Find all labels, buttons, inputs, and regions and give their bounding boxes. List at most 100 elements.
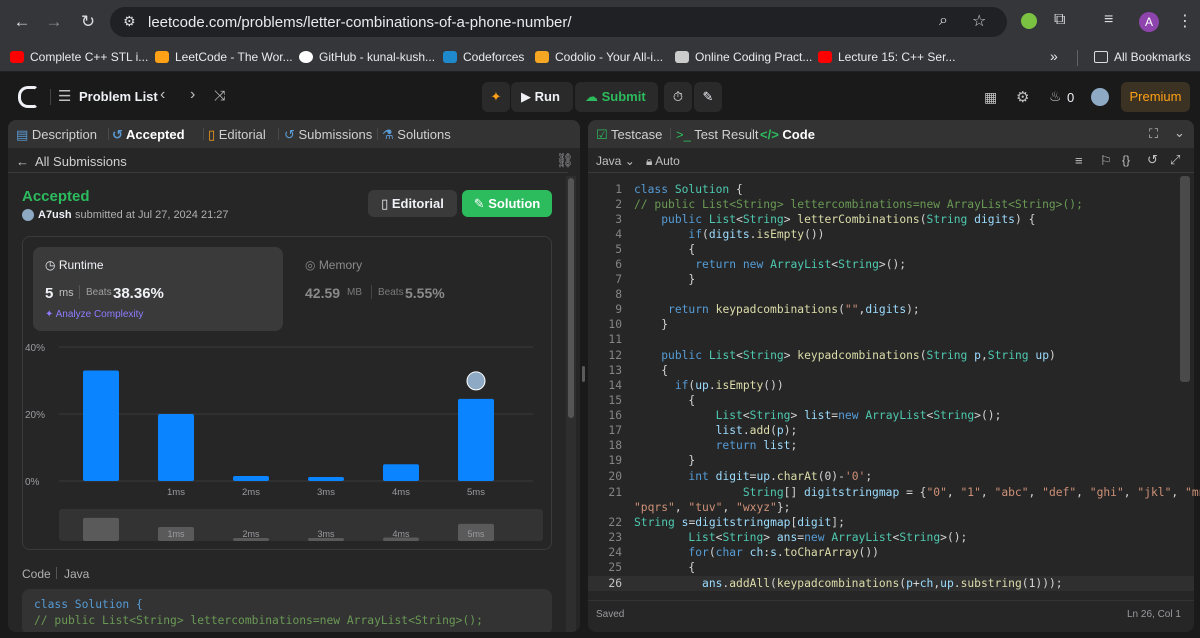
back-arrow-icon[interactable]: ← <box>16 154 29 169</box>
leetcode-logo-icon[interactable] <box>18 86 38 108</box>
maximize-icon[interactable]: ⤢ <box>1170 152 1180 168</box>
analyze-complexity-link[interactable]: ✦ Analyze Complexity <box>45 309 143 320</box>
all-bookmarks[interactable]: All Bookmarks <box>1094 50 1191 64</box>
tab-editorial[interactable]: ▯ Editorial <box>208 127 266 143</box>
cloud-upload-icon: ☁ <box>585 89 602 104</box>
history-icon: ↺ <box>284 127 299 142</box>
extension-icon[interactable] <box>1021 13 1037 29</box>
bookmark-star-icon[interactable]: ☆ <box>972 11 986 31</box>
code-preview[interactable]: class Solution { // public List<String> … <box>22 589 552 632</box>
bookmark-item[interactable]: Codeforces <box>443 50 524 64</box>
layout-icon[interactable]: ▦ <box>984 89 997 106</box>
media-control-icon[interactable]: ≡ <box>1104 11 1113 29</box>
panel-resize-handle[interactable] <box>582 366 585 382</box>
line-number: 25 <box>608 561 622 574</box>
fullscreen-icon[interactable]: ⛶ <box>1149 126 1158 142</box>
bar <box>83 370 119 481</box>
bookmark-icon[interactable]: ⚐ <box>1100 153 1112 169</box>
code-line: return list; <box>715 439 798 452</box>
tab-submissions[interactable]: ↺ Submissions <box>284 127 372 143</box>
extensions-puzzle-icon[interactable]: ⧉ <box>1054 11 1065 29</box>
collapse-icon[interactable]: ⌄ <box>1174 125 1185 141</box>
code-line: String[] digitstringmap = {"0", "1", "ab… <box>742 486 1200 499</box>
runtime-distribution-chart[interactable]: 40% 20% 0% 1ms 2ms 3ms 4ms 5ms 1ms 2ms 3ms 4ms 5ms <box>23 337 551 549</box>
tab-solutions[interactable]: ⚗ Solutions <box>382 127 451 143</box>
format-icon[interactable]: ≡ <box>1075 153 1083 168</box>
line-number: 13 <box>608 364 622 377</box>
edit-icon: ✎ <box>473 196 489 211</box>
prev-problem-icon[interactable]: ‹ <box>160 86 165 104</box>
runtime-value: 5 <box>45 285 54 302</box>
tab-description[interactable]: ▤ Description <box>16 127 97 143</box>
reset-icon[interactable]: ↺ <box>1147 152 1158 168</box>
streak-flame-icon[interactable]: ♨ <box>1049 88 1062 105</box>
line-number: 19 <box>608 454 622 467</box>
forward-icon[interactable]: → <box>42 10 66 34</box>
divider <box>8 172 568 173</box>
language-select[interactable]: Java ⌄ <box>596 154 635 168</box>
bookmark-item[interactable]: LeetCode - The Wor... <box>155 50 293 64</box>
back-icon[interactable]: ← <box>10 10 34 34</box>
profile-avatar[interactable]: A <box>1139 12 1159 32</box>
line-number: 18 <box>608 439 622 452</box>
bookmark-item[interactable]: Complete C++ STL i... <box>10 50 148 64</box>
bookmark-item[interactable]: Codolio - Your All-i... <box>535 50 663 64</box>
problem-list-link[interactable]: Problem List <box>79 89 158 104</box>
runtime-beats: 38.36% <box>113 285 164 302</box>
timer-icon[interactable]: ⏱ <box>664 82 692 112</box>
bookmark-item[interactable]: GitHub - kunal-kush... <box>299 50 435 64</box>
editorial-button[interactable]: ▯ Editorial <box>368 190 457 217</box>
divider <box>79 285 80 299</box>
bookmark-item[interactable]: Online Coding Pract... <box>675 50 812 64</box>
solution-button[interactable]: ✎ Solution <box>462 190 552 217</box>
scrollbar-thumb[interactable] <box>568 178 574 418</box>
x-tick-label: 3ms <box>317 487 335 498</box>
link-icon[interactable]: ⛓ <box>556 152 574 169</box>
search-icon[interactable]: ⌕ <box>939 12 948 30</box>
site-info-icon[interactable]: ⚙ <box>123 13 136 30</box>
braces-icon[interactable]: {} <box>1122 153 1130 167</box>
runtime-box[interactable]: ◷ Runtime 5 ms Beats 38.36% ✦ Analyze Co… <box>33 247 283 331</box>
debug-icon[interactable]: ✦ <box>482 82 510 112</box>
line-number: 3 <box>615 213 622 226</box>
divider <box>670 128 671 140</box>
line-number: 23 <box>608 531 622 544</box>
code-line: return new ArrayList<String>(); <box>695 258 907 271</box>
divider <box>278 128 279 140</box>
menu-kebab-icon[interactable]: ⋮ <box>1177 11 1193 31</box>
memory-value: 42.59 <box>305 285 341 301</box>
memory-label[interactable]: ◎ Memory <box>305 258 362 272</box>
memory-beats: 5.55% <box>405 285 445 301</box>
range-tick-label: 3ms <box>317 529 335 539</box>
play-icon: ▶ <box>521 89 535 104</box>
stats-card: ◷ Runtime 5 ms Beats 38.36% ✦ Analyze Co… <box>22 236 552 550</box>
autocomplete-mode[interactable]: 🔒︎ Auto <box>646 154 680 169</box>
scrollbar-thumb[interactable] <box>1180 176 1190 382</box>
tab-accepted[interactable]: ↺ Accepted <box>112 127 185 143</box>
code-line: { <box>634 243 696 256</box>
code-line: List<String> list=new ArrayList<String>(… <box>715 409 1002 422</box>
notes-icon[interactable]: ✎ <box>694 82 722 112</box>
more-bookmarks-button[interactable]: » <box>1050 48 1058 64</box>
tab-test-result[interactable]: >_ Test Result <box>676 127 759 142</box>
next-problem-icon[interactable]: › <box>190 86 195 104</box>
memory-chip-icon: ◎ <box>305 258 319 272</box>
flask-icon: ⚗ <box>382 127 398 142</box>
shuffle-icon[interactable]: ⤨ <box>214 87 225 104</box>
settings-gear-icon[interactable]: ⚙ <box>1016 88 1029 106</box>
submit-button[interactable]: ☁ Submit <box>575 82 658 112</box>
avatar[interactable] <box>1091 88 1109 106</box>
user-marker <box>466 371 486 391</box>
all-submissions-link[interactable]: All Submissions <box>35 154 127 169</box>
address-bar[interactable]: ⚙ leetcode.com/problems/letter-combinati… <box>110 7 1007 37</box>
code-line: for(char ch:s.toCharArray()) <box>688 546 879 559</box>
tab-testcase[interactable]: ☑ Testcase <box>596 127 662 143</box>
reload-icon[interactable]: ↻ <box>76 10 100 34</box>
bookmark-item[interactable]: Lecture 15: C++ Ser... <box>818 50 955 64</box>
scrollbar[interactable] <box>566 176 576 632</box>
premium-button[interactable]: Premium <box>1121 82 1190 112</box>
tab-code[interactable]: </> Code <box>760 127 815 142</box>
run-button[interactable]: ▶ Run <box>511 82 573 112</box>
line-number: 4 <box>615 228 622 241</box>
username[interactable]: A7ush <box>38 209 72 221</box>
